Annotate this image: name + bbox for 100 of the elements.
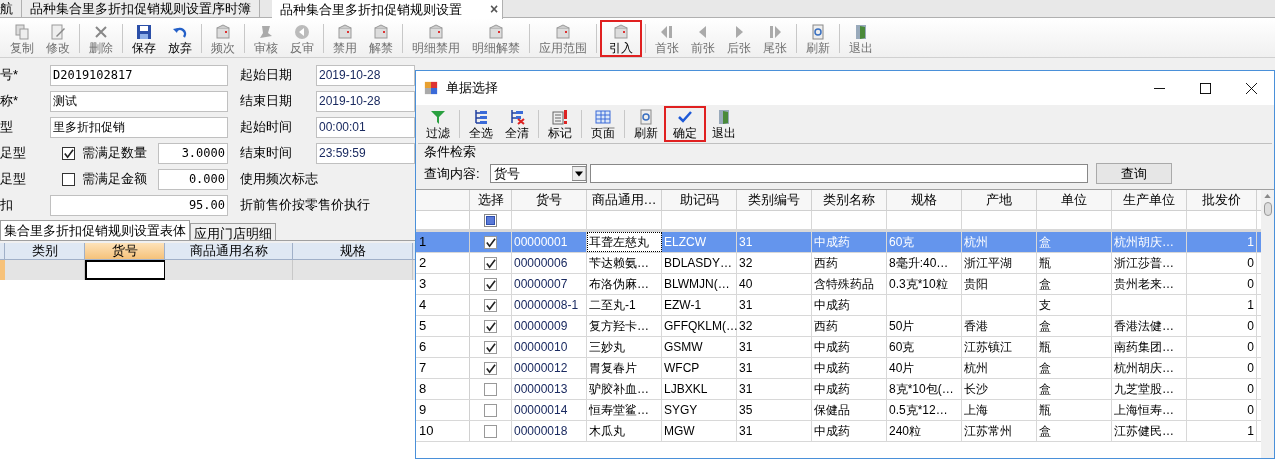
input-field[interactable]: 23:59:59: [316, 142, 415, 164]
tree-icon: [473, 109, 489, 125]
column-header[interactable]: 生产单位: [1112, 190, 1187, 210]
checkbox[interactable]: [484, 235, 497, 249]
table-cell: 三妙丸: [587, 337, 662, 357]
column-header[interactable]: 单位: [1037, 190, 1112, 210]
column-header[interactable]: 规格: [293, 243, 413, 259]
input-field[interactable]: 2019-10-28: [316, 90, 415, 112]
table-cell: 50片: [887, 316, 962, 336]
toolbar-button[interactable]: 引入: [600, 20, 642, 57]
column-header[interactable]: 产地: [962, 190, 1037, 210]
table-cell: 40片: [887, 358, 962, 378]
field-label: 结束日期: [240, 93, 293, 109]
table-cell: 复方羟卡…: [587, 316, 662, 336]
table-cell: 瓶: [1037, 253, 1112, 273]
checkbox[interactable]: [484, 319, 497, 333]
scrollbar[interactable]: [1261, 190, 1274, 458]
table-row[interactable]: 1 00000001 耳聋左慈丸 ELZCW 31 中成药 60克 杭州 盒 杭州胡庆… 1: [416, 232, 1261, 253]
input-field[interactable]: D2019102817: [50, 64, 228, 86]
table-cell: 南药集团…: [1112, 337, 1187, 357]
column-header[interactable]: 类别名称: [812, 190, 887, 210]
table-cell: 中成药: [812, 379, 887, 399]
table-cell: 0: [1187, 274, 1257, 294]
window-title: 单据选择: [446, 79, 499, 98]
table-row[interactable]: 4 00000008-1 二至丸-1 EZW-1 31 中成药 支 1: [416, 295, 1261, 316]
column-header[interactable]: 货号: [512, 190, 587, 210]
table-row[interactable]: 2 00000006 苄达赖氨… BDLASDY… 32 西药 8毫升:40… 浙江平湖 瓶 浙江莎普… 0: [416, 253, 1261, 274]
checkbox[interactable]: [484, 403, 497, 417]
close-button[interactable]: ×: [490, 0, 499, 20]
input-field[interactable]: 测试: [50, 90, 228, 112]
query-button[interactable]: 查询: [1096, 163, 1172, 184]
tab[interactable]: 航: [0, 0, 22, 17]
tab[interactable]: 品种集合里多折扣促销规则设置 ×: [272, 0, 504, 19]
column-header[interactable]: 助记码: [662, 190, 737, 210]
field-label: 足型: [0, 144, 27, 163]
table-cell: 31: [737, 421, 812, 441]
table-cell: 240粒: [887, 421, 962, 441]
checkbox[interactable]: [484, 340, 497, 354]
toolbar-button[interactable]: 过滤: [420, 106, 456, 142]
dropdown[interactable]: 货号: [490, 164, 587, 183]
table-row[interactable]: 10 00000018 木瓜丸 MGW 31 中成药 240粒 江苏常州 盒 江苏健民… 1: [416, 421, 1261, 442]
checkbox[interactable]: [484, 277, 497, 291]
select-all-checkbox[interactable]: [484, 213, 497, 227]
table-cell: 0: [1187, 358, 1257, 378]
toolbar-button[interactable]: 刷新: [628, 106, 664, 142]
column-header[interactable]: 商品通用…: [587, 190, 662, 210]
field-label: 起始日期: [240, 67, 293, 83]
toolbar-button[interactable]: 全选: [463, 106, 499, 142]
checkbox[interactable]: [484, 298, 497, 312]
column-header[interactable]: 批发价: [1187, 190, 1257, 210]
toolbar-button[interactable]: 退出: [706, 106, 742, 142]
toolbar-button[interactable]: 页面: [585, 106, 621, 142]
column-header[interactable]: 货号: [85, 243, 165, 259]
input-field[interactable]: 2019-10-28: [316, 64, 415, 86]
table-row[interactable]: 8 00000013 驴胶补血… LJBXKL 31 中成药 8克*10包(… 长沙 盒 九芝堂股… 0: [416, 379, 1261, 400]
input-field[interactable]: 95.00: [50, 194, 228, 216]
tab[interactable]: 集合里多折扣促销规则设置表体: [0, 220, 190, 240]
column-header[interactable]: 规格: [887, 190, 962, 210]
input-field[interactable]: 里多折扣促销: [50, 116, 228, 138]
column-header[interactable]: 商品通用名称: [165, 243, 293, 259]
input-field[interactable]: 00:00:01: [316, 116, 415, 138]
checkbox[interactable]: [484, 256, 497, 270]
table-row[interactable]: 5 00000009 复方羟卡… GFFQKLM(…32 西药 50片 香港 盒 香港法健… 0: [416, 316, 1261, 337]
table-row[interactable]: 6 00000010 三妙丸 GSMW 31 中成药 60克 江苏镇江 瓶 南药集团… 0: [416, 337, 1261, 358]
row-indicator: [0, 260, 5, 280]
tab[interactable]: 品种集合里多折扣促销规则设置序时簿: [22, 0, 260, 17]
checkbox[interactable]: [484, 361, 497, 375]
row-number: 3: [416, 274, 470, 294]
checkbox[interactable]: [62, 172, 75, 186]
door-icon: [853, 23, 869, 40]
document-icon: [337, 23, 353, 40]
toolbar-button[interactable]: 标记: [542, 106, 578, 142]
field-label: 使用频次标志: [240, 171, 318, 187]
column-header[interactable]: 选择: [470, 190, 512, 210]
input-field[interactable]: 3.0000: [158, 142, 228, 164]
table-cell: 胃复春片: [587, 358, 662, 378]
maximize-icon[interactable]: [1199, 82, 1211, 94]
table-row[interactable]: 9 00000014 恒寿堂鲨… SYGY 35 保健品 0.5克*12… 上海 瓶 上海恒寿… 0: [416, 400, 1261, 421]
input-field[interactable]: 0.000: [158, 168, 228, 190]
column-header[interactable]: 类别编号: [737, 190, 812, 210]
toolbar-button[interactable]: 保存: [126, 20, 162, 57]
toolbar-button[interactable]: 放弃: [162, 20, 198, 57]
checkbox[interactable]: [484, 382, 497, 396]
table-cell: 贵阳: [962, 274, 1037, 294]
scroll-thumb[interactable]: [1263, 202, 1272, 216]
checkbox[interactable]: [484, 424, 497, 438]
toolbar-button[interactable]: 全清: [499, 106, 535, 142]
table-cell: 40: [737, 274, 812, 294]
table-cell: 0.3克*10粒: [887, 274, 962, 294]
close-icon[interactable]: [1245, 82, 1257, 94]
table-cell: 贵州老来…: [1112, 274, 1187, 294]
search-field[interactable]: [590, 164, 1088, 183]
table-cell[interactable]: [85, 260, 165, 280]
tab[interactable]: 应用门店明细: [190, 223, 276, 240]
checkmark-icon: [677, 109, 693, 125]
table-row[interactable]: 3 00000007 布洛伪麻… BLWMJN(… 40 含特殊药品 0.3克*10粒 贵阳 盒 贵州老来… 0: [416, 274, 1261, 295]
checkbox[interactable]: [62, 146, 75, 160]
toolbar-button[interactable]: 确定: [664, 106, 706, 142]
table-cell: 1: [1187, 295, 1257, 315]
table-row[interactable]: 7 00000012 胃复春片 WFCP 31 中成药 40片 杭州 盒 杭州胡庆… 0: [416, 358, 1261, 379]
